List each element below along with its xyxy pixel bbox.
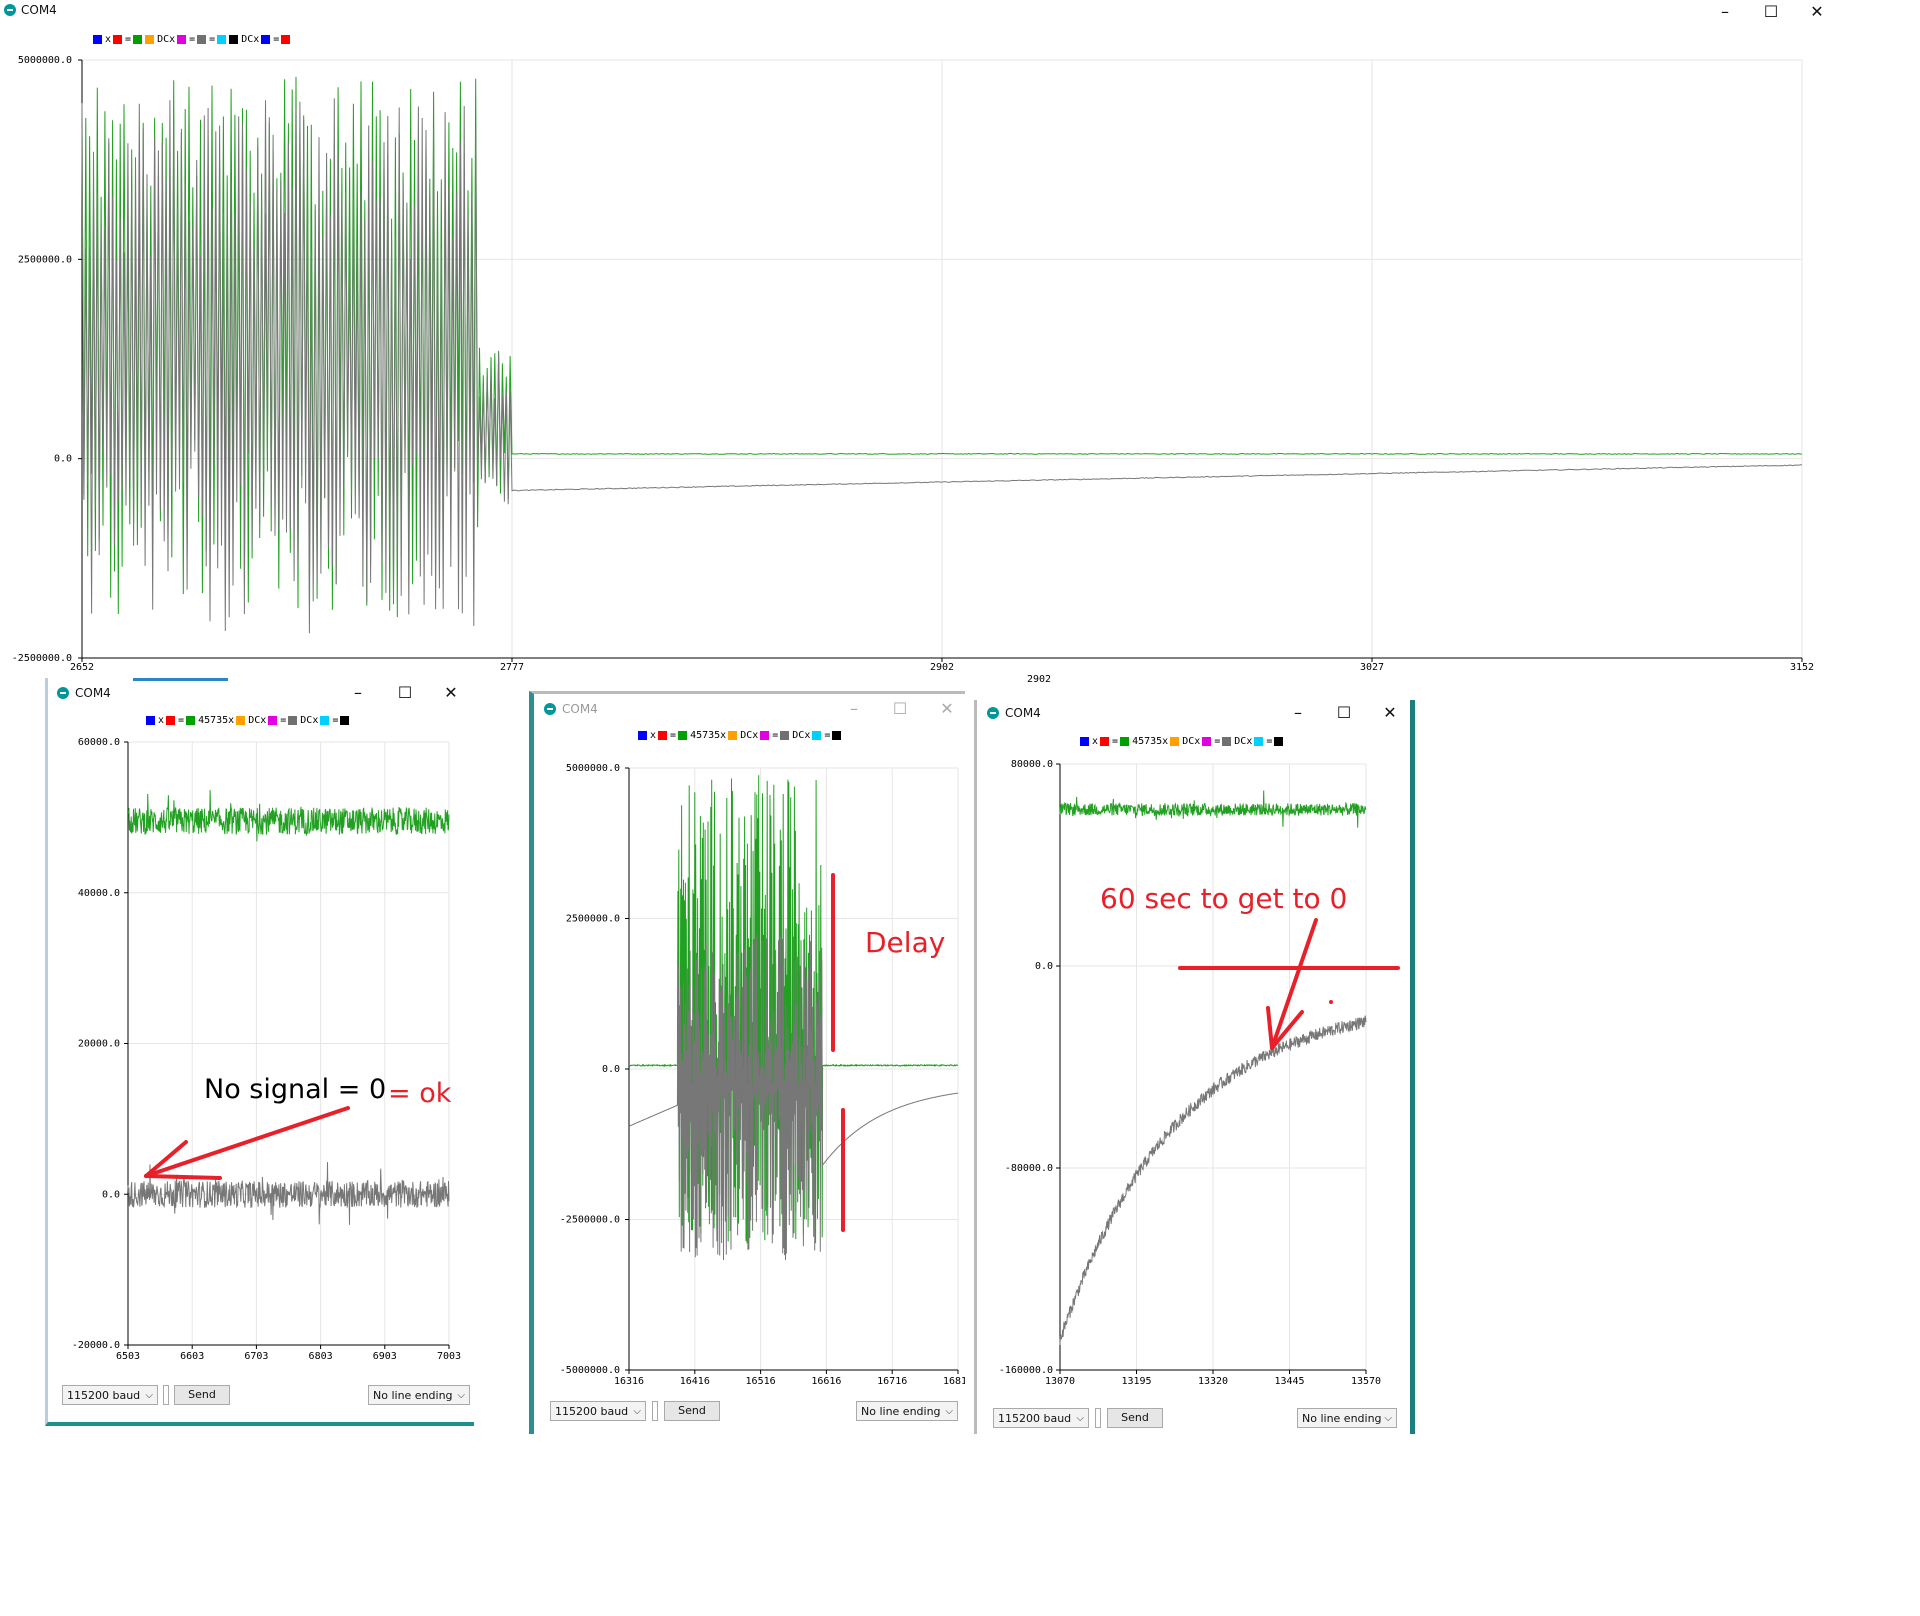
x-tick-label: 13320 bbox=[1198, 1376, 1228, 1387]
ok-label: = ok bbox=[388, 1078, 452, 1109]
x-tick-label: 6603 bbox=[180, 1351, 204, 1362]
y-tick-label: 2500000.0 bbox=[566, 914, 620, 925]
y-tick-label: -20000.0 bbox=[72, 1340, 120, 1351]
y-tick-label: -2500000.0 bbox=[12, 653, 72, 664]
divider-handle bbox=[1095, 1408, 1101, 1428]
x-tick-label: 3152 bbox=[1790, 662, 1814, 673]
line-ending-label: No line ending bbox=[861, 1405, 941, 1418]
baud-label: 115200 baud bbox=[555, 1405, 629, 1418]
plot-area: 5000000.0 2500000.0 0.0 -2500000.0 -5000000.… bbox=[560, 763, 965, 1387]
y-tick-label: -80000.0 bbox=[1005, 1163, 1053, 1174]
baud-label: 115200 baud bbox=[67, 1389, 141, 1402]
series-line-2 bbox=[628, 932, 958, 1261]
chevron-down-icon: ⌵ bbox=[1384, 1413, 1392, 1424]
x-tick-label: 13445 bbox=[1274, 1376, 1304, 1387]
x-tick-label: 6503 bbox=[116, 1351, 140, 1362]
y-tick-label: -5000000.0 bbox=[560, 1365, 620, 1376]
plot-area: 5000000.0 2500000.0 0.0 -2500000.02652 2777 2… bbox=[12, 55, 1814, 685]
delay-label: Delay bbox=[865, 926, 946, 959]
x-tick-label: 6703 bbox=[244, 1351, 268, 1362]
x-tick-label: 16716 bbox=[877, 1376, 907, 1387]
x-tick-label: 2902 bbox=[930, 662, 954, 673]
grid bbox=[127, 741, 450, 1346]
y-tick-label: 0.0 bbox=[102, 1189, 120, 1200]
x-tick-label-extra: 2902 bbox=[1027, 674, 1051, 685]
plot-area: 80000.0 0.0 -80000.0 -160000.013070 13195 133… bbox=[999, 759, 1381, 1387]
line-ending-select[interactable]: No line ending ⌵ bbox=[856, 1401, 958, 1421]
baud-select[interactable]: 115200 baud ⌵ bbox=[550, 1401, 646, 1421]
baud-label: 115200 baud bbox=[998, 1412, 1072, 1425]
x-tick-label: 16616 bbox=[811, 1376, 841, 1387]
x-tick-label: 13195 bbox=[1121, 1376, 1151, 1387]
line-ending-label: No line ending bbox=[1302, 1412, 1382, 1425]
chevron-down-icon: ⌵ bbox=[457, 1390, 465, 1401]
time-to-zero-label: 60 sec to get to 0 bbox=[1100, 882, 1348, 915]
y-tick-label: 60000.0 bbox=[78, 737, 120, 748]
series-line-1 bbox=[127, 790, 450, 842]
y-tick-label: 0.0 bbox=[54, 454, 72, 465]
y-tick-label: 80000.0 bbox=[1011, 759, 1053, 770]
chevron-down-icon: ⌵ bbox=[145, 1390, 153, 1401]
divider-handle bbox=[652, 1401, 658, 1421]
plotter-window-2: COM4 – ☐ ✕ x = 45735x DCx = DCx = 5000000.0 250… bbox=[529, 691, 965, 1434]
baud-select[interactable]: 115200 baud ⌵ bbox=[993, 1408, 1089, 1428]
x-tick-label: 16316 bbox=[614, 1376, 644, 1387]
x-tick-label: 16816 bbox=[943, 1376, 965, 1387]
send-button[interactable]: Send bbox=[174, 1385, 230, 1405]
chevron-down-icon: ⌵ bbox=[1076, 1413, 1084, 1424]
y-tick-label: 0.0 bbox=[602, 1064, 620, 1075]
y-tick-label: 20000.0 bbox=[78, 1039, 120, 1050]
send-button[interactable]: Send bbox=[1107, 1408, 1163, 1428]
plot-area: 60000.0 40000.0 20000.0 0.0 -20000.06503 6603… bbox=[72, 737, 461, 1362]
x-tick-label: 16516 bbox=[746, 1376, 776, 1387]
x-tick-label: 2652 bbox=[70, 662, 94, 673]
y-tick-label: -2500000.0 bbox=[560, 1215, 620, 1226]
grid bbox=[1059, 763, 1367, 1371]
send-button[interactable]: Send bbox=[664, 1401, 720, 1421]
series-line-2 bbox=[127, 1162, 450, 1225]
bottom-bar: 115200 baud ⌵ Send No line ending ⌵ bbox=[977, 1404, 1410, 1434]
line-ending-select[interactable]: No line ending ⌵ bbox=[368, 1385, 470, 1405]
y-tick-label: 0.0 bbox=[1035, 961, 1053, 972]
y-tick-label: 2500000.0 bbox=[18, 254, 72, 265]
y-tick-label: 40000.0 bbox=[78, 888, 120, 899]
y-tick-label: 5000000.0 bbox=[18, 55, 72, 66]
line-ending-select[interactable]: No line ending ⌵ bbox=[1297, 1408, 1397, 1428]
divider-handle bbox=[163, 1385, 169, 1405]
no-signal-label: No signal = 0 bbox=[204, 1074, 387, 1105]
x-tick-label: 3027 bbox=[1360, 662, 1384, 673]
x-tick-label: 16416 bbox=[680, 1376, 710, 1387]
x-tick-label: 13570 bbox=[1351, 1376, 1381, 1387]
main-plotter-window: COM4 – ☐ ✕ x = DCx = = DCx = 5000000.0 2500000.… bbox=[0, 0, 1830, 685]
y-tick-label: 5000000.0 bbox=[566, 763, 620, 774]
x-tick-label: 7003 bbox=[437, 1351, 461, 1362]
plotter-window-1: COM4 – ☐ ✕ x = 45735x DCx = DCx = 60000.0 40000… bbox=[45, 678, 474, 1426]
bottom-bar: 115200 baud ⌵ Send No line ending ⌵ bbox=[534, 1394, 965, 1432]
chevron-down-icon: ⌵ bbox=[945, 1406, 953, 1417]
x-tick-label: 2777 bbox=[500, 662, 524, 673]
x-tick-label: 6803 bbox=[309, 1351, 333, 1362]
line-ending-label: No line ending bbox=[373, 1389, 453, 1402]
plotter-window-3: COM4 – ☐ ✕ x = 45735x DCx = DCx = 80000.0 0.0 -8… bbox=[974, 700, 1415, 1434]
x-tick-label: 13070 bbox=[1045, 1376, 1075, 1387]
y-tick-label: -160000.0 bbox=[999, 1365, 1053, 1376]
bottom-bar: 115200 baud ⌵ Send No line ending ⌵ bbox=[48, 1378, 474, 1418]
x-tick-label: 6903 bbox=[373, 1351, 397, 1362]
chevron-down-icon: ⌵ bbox=[633, 1406, 641, 1417]
baud-select[interactable]: 115200 baud ⌵ bbox=[62, 1385, 158, 1405]
